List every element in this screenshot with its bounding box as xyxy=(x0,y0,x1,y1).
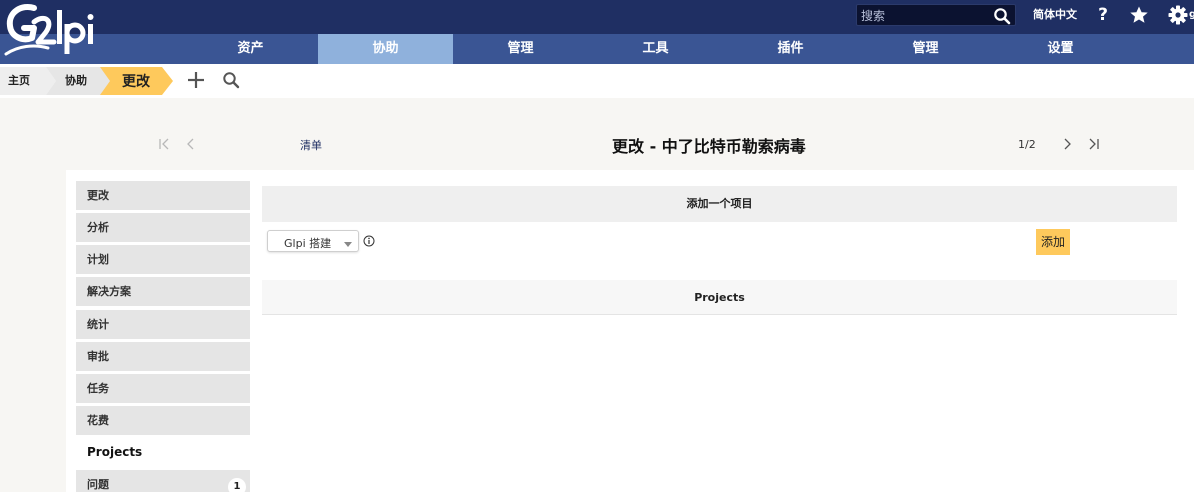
tab-change[interactable]: 更改 xyxy=(76,181,250,210)
projects-section-title: Projects xyxy=(262,280,1177,315)
list-link[interactable]: 清单 xyxy=(300,137,322,153)
main-content: 更改 分析 计划 解决方案 统计 审批 任务 花费 Projects 问题 1 … xyxy=(66,170,1194,492)
first-record-icon[interactable] xyxy=(157,136,171,152)
chevron-down-icon xyxy=(344,237,352,247)
project-type-value: Glpi 搭建 xyxy=(284,237,332,250)
add-button[interactable]: 添加 xyxy=(1036,229,1070,255)
page-title: 更改 - 中了比特币勒索病毒 xyxy=(612,137,806,156)
nav-item-management[interactable]: 管理 xyxy=(453,34,588,64)
pager-count: 1/2 xyxy=(1018,138,1036,151)
previous-record-icon[interactable] xyxy=(183,136,197,152)
search-input[interactable] xyxy=(861,7,991,24)
search-list-icon[interactable] xyxy=(222,71,240,89)
tab-analysis[interactable]: 分析 xyxy=(76,213,250,242)
tab-solution[interactable]: 解决方案 xyxy=(76,277,250,306)
add-item-section-title: 添加一个项目 xyxy=(262,186,1177,222)
tab-problems[interactable]: 问题 1 xyxy=(76,470,250,492)
project-type-select[interactable]: Glpi 搭建 xyxy=(267,230,359,252)
breadcrumb-home[interactable]: 主页 xyxy=(8,67,30,95)
last-record-icon[interactable] xyxy=(1087,136,1101,152)
tab-approval[interactable]: 审批 xyxy=(76,342,250,371)
nav-item-tools[interactable]: 工具 xyxy=(588,34,723,64)
tab-plan[interactable]: 计划 xyxy=(76,245,250,274)
nav-item-administration[interactable]: 管理 xyxy=(858,34,993,64)
nav-item-plugins[interactable]: 插件 xyxy=(723,34,858,64)
gear-icon[interactable] xyxy=(1168,5,1188,25)
help-icon[interactable]: ? xyxy=(1093,5,1113,25)
nav-item-assistance[interactable]: 协助 xyxy=(318,34,453,64)
breadcrumb-current[interactable]: 更改 xyxy=(122,68,150,96)
main-nav: 资产 协助 管理 工具 插件 管理 设置 xyxy=(0,34,1194,64)
info-icon[interactable] xyxy=(363,235,375,247)
tab-statistics[interactable]: 统计 xyxy=(76,310,250,339)
language-selector[interactable]: 简体中文 xyxy=(1033,6,1077,22)
tab-costs[interactable]: 花费 xyxy=(76,406,250,435)
nav-item-assets[interactable]: 资产 xyxy=(183,34,318,64)
star-icon[interactable] xyxy=(1129,5,1149,25)
user-menu[interactable]: g xyxy=(1189,9,1194,20)
tab-problems-label: 问题 xyxy=(87,478,109,491)
count-badge: 1 xyxy=(228,478,246,492)
breadcrumb-assistance[interactable]: 协助 xyxy=(65,67,87,95)
glpi-logo[interactable] xyxy=(4,2,104,60)
nav-item-setup[interactable]: 设置 xyxy=(993,34,1128,64)
breadcrumb: 主页 协助 更改 xyxy=(0,64,1194,98)
next-record-icon[interactable] xyxy=(1061,136,1075,152)
add-icon[interactable] xyxy=(186,70,206,90)
search-icon[interactable] xyxy=(993,7,1011,25)
top-bar: 简体中文 ? g xyxy=(0,0,1194,34)
tab-projects[interactable]: Projects xyxy=(76,438,250,467)
search-box[interactable] xyxy=(856,4,1016,26)
tab-tasks[interactable]: 任务 xyxy=(76,374,250,403)
